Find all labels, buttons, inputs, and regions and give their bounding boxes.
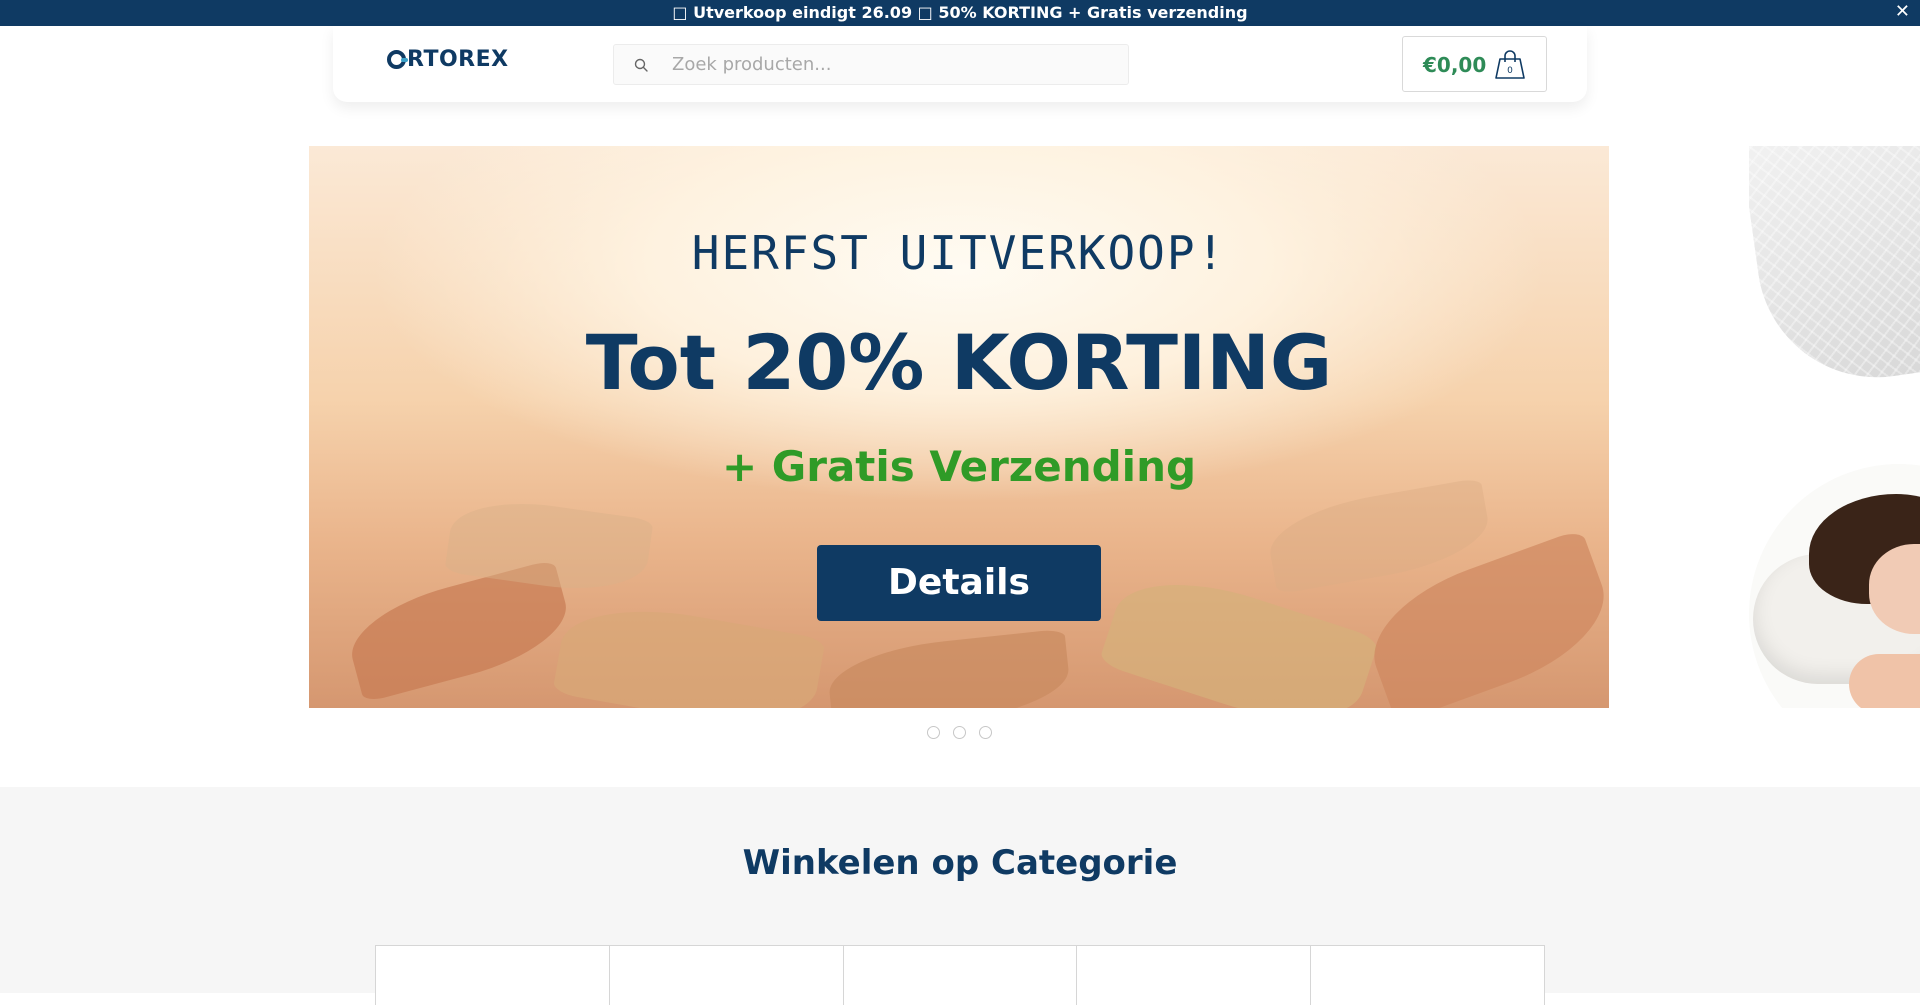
search-icon xyxy=(634,58,648,72)
search-input[interactable] xyxy=(672,45,1112,84)
search-box[interactable] xyxy=(613,44,1129,85)
hero-subline: + Gratis Verzending xyxy=(721,442,1197,491)
category-card[interactable] xyxy=(1311,946,1544,1005)
category-heading: Winkelen op Categorie xyxy=(742,843,1178,883)
category-card[interactable] xyxy=(844,946,1078,1005)
details-button[interactable]: Details xyxy=(817,545,1101,621)
site-header: RTOREX €0,00 0 xyxy=(333,26,1587,102)
cart-button[interactable]: €0,00 0 xyxy=(1402,36,1547,92)
slider-dot-2[interactable] xyxy=(953,726,966,739)
slider-dot-3[interactable] xyxy=(979,726,992,739)
cart-total: €0,00 xyxy=(1423,53,1487,77)
category-grid xyxy=(375,945,1545,1005)
close-icon[interactable]: ✕ xyxy=(1895,0,1910,24)
hero-slide: HERFST UITVERKOOP! Tot 20% KORTING + Gra… xyxy=(309,146,1609,708)
next-slide-peek[interactable] xyxy=(1749,146,1920,708)
pillow-image xyxy=(1749,146,1920,393)
shopping-bag-icon: 0 xyxy=(1495,50,1525,79)
slider-dots xyxy=(927,726,992,739)
logo-o-mark xyxy=(387,49,408,69)
category-section: Winkelen op Categorie xyxy=(0,787,1920,1005)
sleeping-woman-image xyxy=(1749,464,1920,708)
hero-title: HERFST UITVERKOOP! xyxy=(691,226,1227,280)
category-card[interactable] xyxy=(376,946,610,1005)
category-card[interactable] xyxy=(1077,946,1312,1005)
announcement-bar: □ Utverkoop eindigt 26.09 □ 50% KORTING … xyxy=(0,0,1920,26)
logo-text: RTOREX xyxy=(407,46,509,72)
announcement-text[interactable]: □ Utverkoop eindigt 26.09 □ 50% KORTING … xyxy=(672,3,1247,22)
site-logo[interactable]: RTOREX xyxy=(387,46,509,72)
slider-dot-1[interactable] xyxy=(927,726,940,739)
category-card[interactable] xyxy=(610,946,844,1005)
hand-shape xyxy=(1849,654,1920,708)
hero-headline: Tot 20% KORTING xyxy=(585,318,1333,407)
cart-count: 0 xyxy=(1507,66,1513,76)
